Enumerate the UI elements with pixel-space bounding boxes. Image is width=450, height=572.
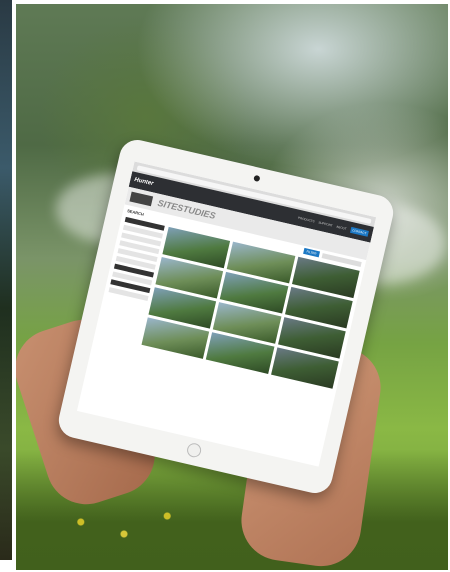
tablet-screen: Hunter PRODUCTS SUPPORT ABOUT CONTACT SI… [76,161,377,467]
home-button[interactable] [185,441,203,459]
garden-photo: Hunter PRODUCTS SUPPORT ABOUT CONTACT SI… [16,4,448,570]
title-site: SITE [156,197,179,213]
left-edge-strip [0,0,12,560]
camera-icon [253,174,261,182]
nav-item-about[interactable]: ABOUT [336,225,347,231]
site-logo[interactable]: Hunter [134,177,154,187]
contact-button[interactable]: CONTACT [349,226,369,237]
nav-item-support[interactable]: SUPPORT [318,220,333,227]
nav-item-products[interactable]: PRODUCTS [298,216,315,224]
banner-graphic [129,191,154,207]
